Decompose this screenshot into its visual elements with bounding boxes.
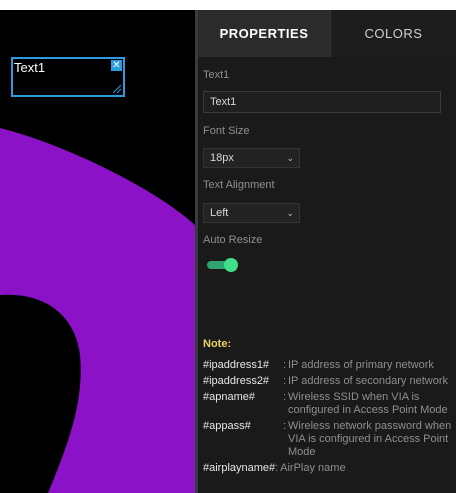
- note-value: Wireless SSID when VIA is configured in …: [288, 391, 448, 416]
- text-field-label: Text1: [203, 69, 230, 81]
- resize-handle-icon[interactable]: [113, 85, 121, 93]
- auto-resize-label: Auto Resize: [203, 234, 263, 246]
- note-value: IP address of primary network: [288, 359, 434, 371]
- note-item: #ipaddress2# : IP address of secondary n…: [203, 375, 453, 388]
- note-value: Wireless network password when VIA is co…: [288, 420, 452, 458]
- note-value: AirPlay name: [280, 462, 346, 474]
- properties-panel: PROPERTIES COLORS Text1 Text1 Font Size …: [198, 10, 456, 493]
- note-item: #apname# : Wireless SSID when VIA is con…: [203, 391, 453, 417]
- chevron-down-icon: ⌄: [286, 153, 294, 163]
- tab-colors[interactable]: COLORS: [330, 10, 456, 57]
- text-input[interactable]: Text1: [203, 91, 441, 113]
- note-key: #appass#: [203, 420, 251, 432]
- toggle-knob[interactable]: [224, 258, 238, 272]
- note-item: #airplayname# : AirPlay name: [203, 462, 453, 475]
- note-key: #ipaddress1#: [203, 359, 270, 371]
- note-key: #apname#: [203, 391, 255, 403]
- note-value: IP address of secondary network: [288, 375, 448, 387]
- note-item: #appass# : Wireless network password whe…: [203, 420, 453, 459]
- close-icon[interactable]: ✕: [111, 60, 122, 71]
- note-list: #ipaddress1# : IP address of primary net…: [203, 359, 453, 478]
- font-size-value: 18px: [210, 152, 234, 164]
- tab-properties[interactable]: PROPERTIES: [198, 10, 330, 57]
- auto-resize-toggle[interactable]: [207, 258, 238, 272]
- text-element-content[interactable]: Text1: [14, 60, 45, 75]
- note-item: #ipaddress1# : IP address of primary net…: [203, 359, 453, 372]
- note-title: Note:: [203, 338, 232, 350]
- note-key: #ipaddress2#: [203, 375, 270, 387]
- font-size-select[interactable]: 18px ⌄: [203, 148, 300, 168]
- panel-tabs: PROPERTIES COLORS: [198, 10, 456, 57]
- design-canvas[interactable]: Text1 ✕: [0, 10, 195, 493]
- text-alignment-label: Text Alignment: [203, 179, 275, 191]
- note-key: #airplayname#: [203, 462, 276, 474]
- text-alignment-value: Left: [210, 207, 229, 219]
- text-alignment-select[interactable]: Left ⌄: [203, 203, 300, 223]
- font-size-label: Font Size: [203, 125, 250, 137]
- text-element[interactable]: Text1 ✕: [11, 57, 125, 97]
- chevron-down-icon: ⌄: [286, 208, 294, 218]
